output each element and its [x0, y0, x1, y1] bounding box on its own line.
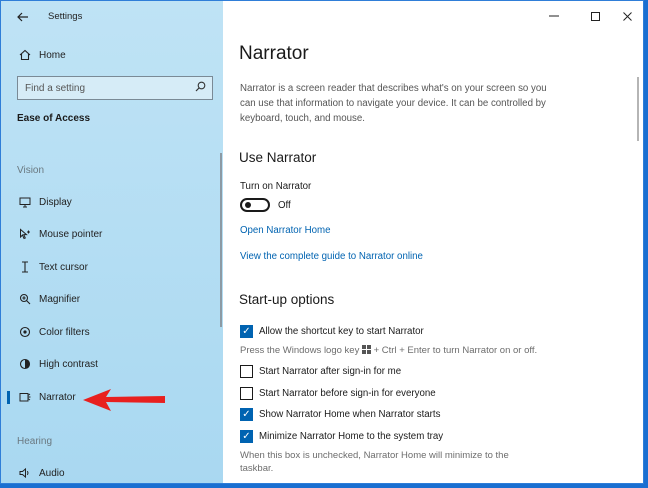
- option-label: Show Narrator Home when Narrator starts: [259, 408, 441, 420]
- checkbox-unchecked[interactable]: [240, 386, 253, 400]
- mouse-pointer-icon: [18, 227, 32, 241]
- search-input[interactable]: [25, 82, 195, 94]
- checkmark-icon: ✓: [242, 408, 251, 420]
- search-icon[interactable]: [195, 81, 206, 95]
- settings-window: Settings Home Ease of Access Vision Disp…: [0, 0, 644, 484]
- sidebar-home-label: Home: [39, 49, 66, 61]
- checkbox-checked[interactable]: ✓: [240, 407, 253, 421]
- sidebar-item-color-filters[interactable]: Color filters: [1, 320, 223, 344]
- option-label: Minimize Narrator Home to the system tra…: [259, 430, 444, 442]
- option-shortcut-key[interactable]: ✓ Allow the shortcut key to start Narrat…: [240, 323, 424, 339]
- checkmark-icon: ✓: [242, 325, 251, 337]
- page-title: Narrator: [239, 43, 309, 64]
- option-start-before-signin[interactable]: Start Narrator before sign-in for everyo…: [240, 385, 436, 401]
- audio-icon: [18, 466, 32, 480]
- sidebar-item-label: High contrast: [39, 358, 98, 370]
- sidebar: Settings Home Ease of Access Vision Disp…: [1, 1, 223, 483]
- use-narrator-heading: Use Narrator: [239, 150, 317, 165]
- text-cursor-icon: [18, 260, 32, 274]
- monitor-icon: [18, 195, 32, 209]
- toggle-knob: [245, 202, 251, 208]
- checkbox-checked[interactable]: ✓: [240, 429, 253, 443]
- sidebar-item-high-contrast[interactable]: High contrast: [1, 352, 223, 376]
- section-title: Ease of Access: [17, 113, 91, 124]
- page-description: Narrator is a screen reader that describ…: [240, 83, 547, 124]
- sidebar-item-label: Text cursor: [39, 261, 88, 273]
- sidebar-item-home[interactable]: Home: [1, 43, 223, 67]
- back-arrow-icon: [17, 12, 28, 22]
- home-icon: [18, 48, 32, 62]
- shortcut-hint: Press the Windows logo key + Ctrl + Ente…: [240, 344, 537, 357]
- sidebar-item-label: Mouse pointer: [39, 228, 103, 240]
- narrator-toggle[interactable]: [240, 198, 270, 212]
- group-heading-vision: Vision: [17, 165, 45, 176]
- sidebar-item-label: Audio: [39, 467, 65, 479]
- option-label: Start Narrator before sign-in for everyo…: [259, 387, 436, 399]
- minimize-hint: When this box is unchecked, Narrator Hom…: [240, 450, 509, 474]
- toggle-state-label: Off: [278, 200, 291, 211]
- minimize-icon: [549, 15, 559, 17]
- search-box[interactable]: [17, 76, 213, 100]
- group-heading-hearing: Hearing: [17, 436, 53, 447]
- content-scrollbar[interactable]: [637, 77, 639, 141]
- sidebar-item-display[interactable]: Display: [1, 190, 223, 214]
- checkmark-icon: ✓: [242, 430, 251, 442]
- sidebar-item-label: Magnifier: [39, 293, 81, 305]
- sidebar-item-mouse-pointer[interactable]: Mouse pointer: [1, 222, 223, 246]
- color-filters-icon: [18, 325, 32, 339]
- sidebar-item-magnifier[interactable]: Magnifier: [1, 287, 223, 311]
- checkbox-checked[interactable]: ✓: [240, 324, 253, 338]
- high-contrast-icon: [18, 357, 32, 371]
- close-button[interactable]: [616, 5, 638, 27]
- maximize-button[interactable]: [584, 5, 606, 27]
- option-minimize-to-tray[interactable]: ✓ Minimize Narrator Home to the system t…: [240, 428, 443, 444]
- narrator-icon: [18, 390, 32, 404]
- magnifier-icon: [18, 292, 32, 306]
- option-label: Allow the shortcut key to start Narrator: [259, 325, 424, 337]
- sidebar-item-label: Narrator: [39, 391, 76, 403]
- maximize-icon: [590, 11, 600, 21]
- close-icon: [622, 11, 632, 21]
- sidebar-item-text-cursor[interactable]: Text cursor: [1, 255, 223, 279]
- windows-logo-icon: [361, 345, 371, 354]
- hint-text-after: + Ctrl + Enter to turn Narrator on or of…: [373, 345, 538, 356]
- option-label: Start Narrator after sign-in for me: [259, 365, 402, 377]
- open-narrator-home-link[interactable]: Open Narrator Home: [240, 225, 330, 236]
- startup-options-heading: Start-up options: [239, 292, 335, 307]
- sidebar-item-audio[interactable]: Audio: [1, 461, 223, 483]
- sidebar-item-label: Display: [39, 196, 72, 208]
- hint-text-before: Press the Windows logo key: [240, 345, 360, 356]
- titlebar-left: Settings: [1, 1, 223, 33]
- option-show-home[interactable]: ✓ Show Narrator Home when Narrator start…: [240, 406, 440, 422]
- back-button[interactable]: [13, 7, 33, 27]
- option-start-after-signin[interactable]: Start Narrator after sign-in for me: [240, 363, 401, 379]
- annotation-arrow-icon: [83, 389, 165, 411]
- narrator-guide-link[interactable]: View the complete guide to Narrator onli…: [240, 251, 423, 262]
- window-title: Settings: [48, 11, 83, 22]
- sidebar-scrollbar[interactable]: [220, 153, 222, 327]
- main-content: Narrator Narrator is a screen reader tha…: [223, 1, 643, 483]
- minimize-button[interactable]: [543, 5, 565, 27]
- sidebar-item-label: Color filters: [39, 326, 90, 338]
- toggle-caption: Turn on Narrator: [240, 181, 312, 192]
- checkbox-unchecked[interactable]: [240, 364, 253, 378]
